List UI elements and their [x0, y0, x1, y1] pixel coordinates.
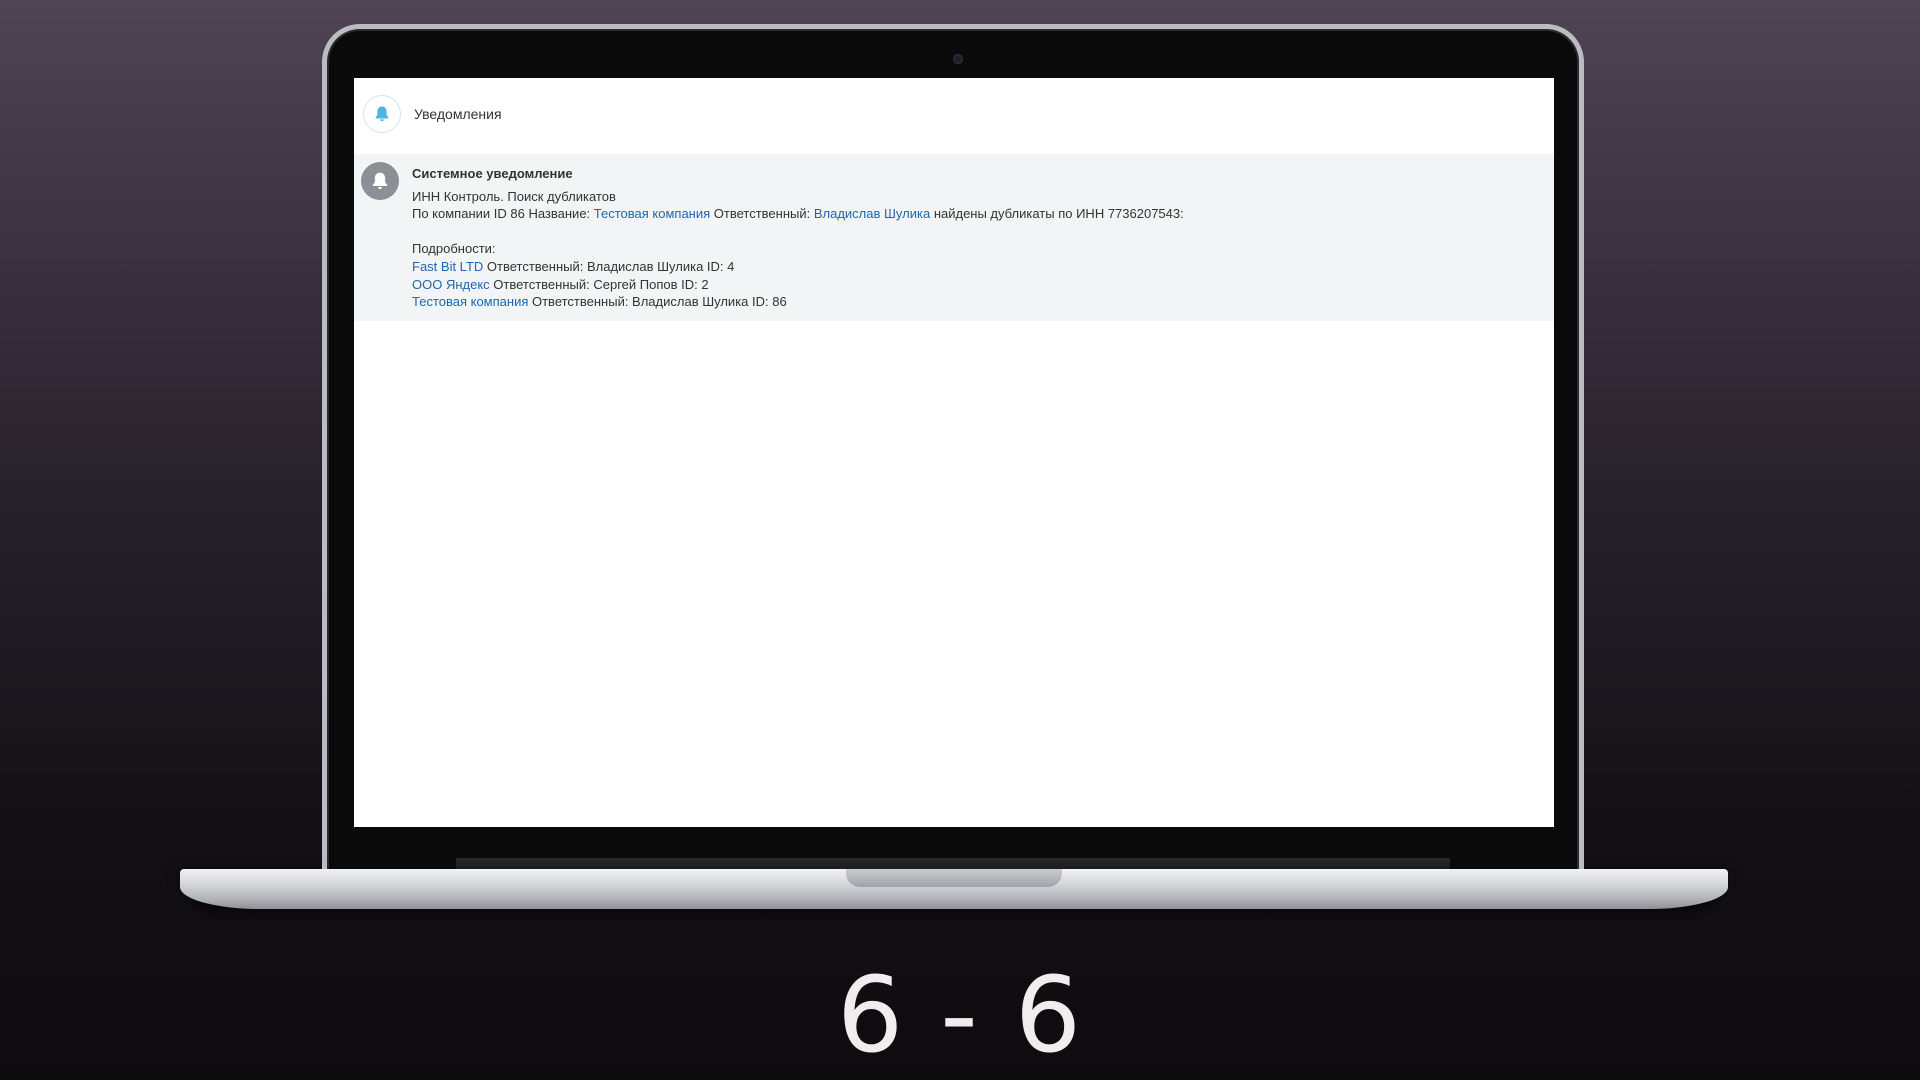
duplicate-company-link[interactable]: Тестовая компания [412, 294, 528, 309]
company-link[interactable]: Тестовая компания [594, 206, 710, 221]
message-suffix: найдены дубликаты по ИНН 7736207543: [930, 206, 1184, 222]
duplicate-row: ООО Яндекс Ответственный: Сергей Попов I… [412, 276, 1184, 294]
message-prefix: По компании ID 86 Название: [412, 206, 594, 222]
duplicate-company-link[interactable]: Fast Bit LTD [412, 259, 483, 274]
notifications-header: Уведомления [354, 78, 1554, 150]
duplicate-company-link[interactable]: ООО Яндекс [412, 277, 490, 292]
notification-subject: ИНН Контроль. Поиск дубликатов [412, 188, 616, 204]
user-link[interactable]: Владислав Шулика [814, 206, 930, 221]
responsible-label: Ответственный: [710, 206, 814, 222]
laptop-notch [846, 869, 1062, 887]
laptop-screen: Уведомления Системное уведомление ИНН Ко… [354, 78, 1554, 827]
notifications-bell-button[interactable] [363, 95, 401, 133]
duplicate-info: Ответственный: Владислав Шулика ID: 4 [483, 258, 735, 274]
duplicate-info: Ответственный: Сергей Попов ID: 2 [489, 276, 709, 292]
laptop-lid: Уведомления Системное уведомление ИНН Ко… [322, 24, 1584, 874]
duplicate-row: Fast Bit LTD Ответственный: Владислав Шу… [412, 258, 1184, 276]
notification-avatar [361, 162, 399, 200]
details-label: Подробности: [412, 241, 496, 257]
notification-message: По компании ID 86 Название: Тестовая ком… [412, 205, 1184, 223]
bell-icon [372, 172, 388, 189]
notification-body: Системное уведомление ИНН Контроль. Поис… [412, 162, 1184, 311]
notification-title: Системное уведомление [412, 166, 573, 181]
notification-item[interactable]: Системное уведомление ИНН Контроль. Поис… [354, 154, 1554, 321]
page-counter: 6 - 6 [837, 954, 1083, 1076]
duplicate-info: Ответственный: Владислав Шулика ID: 86 [528, 294, 787, 310]
bell-icon [375, 106, 389, 122]
panel-title: Уведомления [414, 106, 502, 122]
duplicate-row: Тестовая компания Ответственный: Владисл… [412, 293, 1184, 311]
webcam [953, 54, 963, 64]
